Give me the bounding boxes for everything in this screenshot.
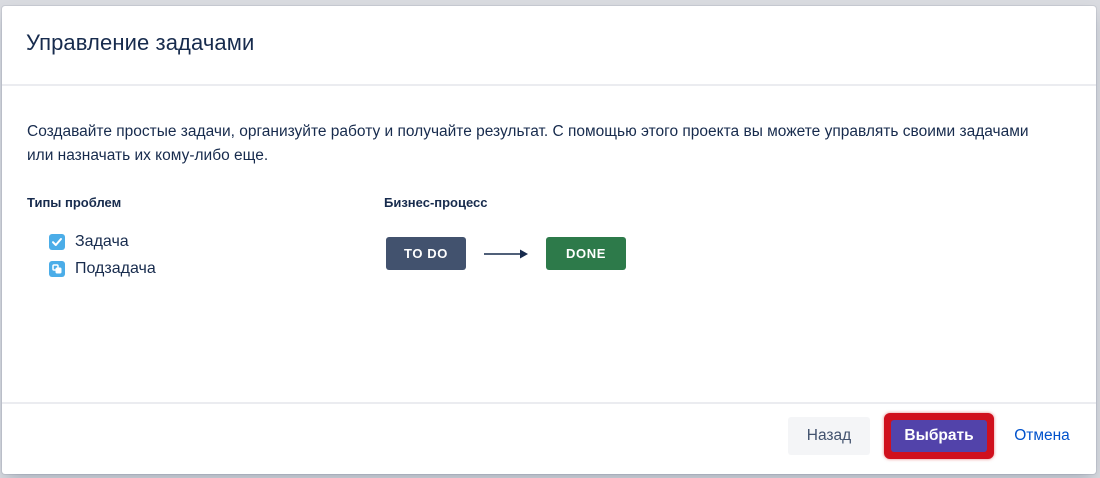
issue-types-heading: Типы проблем	[27, 195, 122, 210]
workflow-heading: Бизнес-процесс	[384, 195, 488, 210]
dialog-title: Управление задачами	[26, 30, 255, 55]
template-description: Создавайте простые задачи, организуйте р…	[27, 123, 1029, 164]
issue-type-task: Задача	[49, 228, 156, 255]
cancel-link[interactable]: Отмена	[1002, 417, 1082, 455]
select-button[interactable]: Выбрать	[891, 420, 987, 452]
select-button-highlight: Выбрать	[884, 413, 994, 459]
status-todo: TO DO	[386, 237, 466, 270]
status-done: DONE	[546, 237, 626, 270]
project-template-dialog: Управление задачами Создавайте простые з…	[2, 6, 1096, 474]
back-button[interactable]: Назад	[788, 417, 870, 455]
issue-type-task-label: Задача	[75, 232, 129, 250]
issue-type-subtask-label: Подзадача	[75, 259, 156, 277]
dialog-header: Управление задачами	[2, 6, 1096, 86]
issue-types-list: Задача Подзадача	[49, 228, 156, 282]
issue-type-subtask: Подзадача	[49, 255, 156, 282]
subtask-icon	[49, 260, 65, 277]
dialog-footer: Назад Выбрать Отмена	[2, 402, 1096, 474]
transition-arrow-icon	[466, 237, 546, 270]
task-checkbox-icon	[49, 233, 65, 250]
dialog-body: Создавайте простые задачи, организуйте р…	[2, 86, 1096, 402]
workflow-diagram: TO DO DONE	[386, 237, 626, 270]
